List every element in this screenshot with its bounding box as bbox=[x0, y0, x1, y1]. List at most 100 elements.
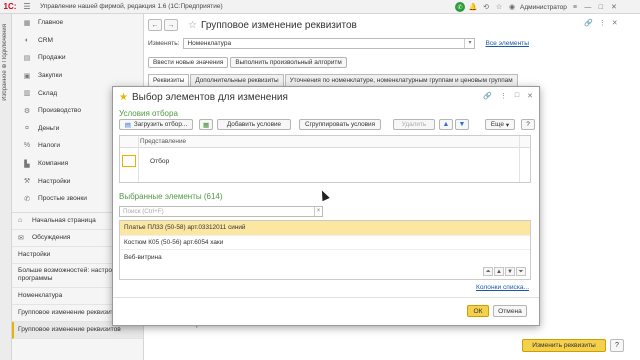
user-name[interactable]: Администратор bbox=[520, 4, 567, 11]
tab-additional-attributes[interactable]: Дополнительные реквизиты bbox=[190, 74, 284, 86]
menu-icon[interactable]: ☰ bbox=[20, 0, 34, 14]
settings-icon[interactable]: ≡ bbox=[570, 2, 580, 12]
more-icon[interactable]: ⋮ bbox=[599, 19, 606, 27]
home-icon: ⌂ bbox=[18, 217, 23, 225]
favorites-strip: Избранное ⊕ Подключения bbox=[0, 14, 12, 360]
history-icon[interactable]: ⟲ bbox=[481, 2, 491, 12]
grid-header: Представление bbox=[120, 136, 530, 148]
scroll-bottom-icon[interactable]: ⏷ bbox=[516, 267, 526, 276]
more-actions-button[interactable]: Еще ▾ bbox=[485, 119, 515, 130]
close-form-icon[interactable]: ✕ bbox=[612, 19, 618, 27]
scroll-down-icon[interactable]: ▼ bbox=[505, 267, 515, 276]
selected-elements-list: Платье ПЛ33 (50-58) арт.03312011 синий К… bbox=[119, 220, 531, 280]
condition-value: Отбор bbox=[150, 157, 170, 165]
tab-attributes[interactable]: Реквизиты bbox=[148, 74, 190, 86]
minimize-icon[interactable]: — bbox=[583, 2, 593, 12]
load-filter-button[interactable]: ▤ Загрузить отбор... bbox=[119, 119, 193, 130]
more-icon[interactable]: ⋮ bbox=[500, 92, 507, 100]
use-checkbox[interactable] bbox=[122, 155, 136, 167]
tab-clarifications[interactable]: Уточнения по номенклатуре, номенклатурны… bbox=[284, 74, 518, 86]
conditions-toolbar: ▤ Загрузить отбор... ▦ Добавить условие С… bbox=[119, 119, 535, 131]
search-input[interactable]: Поиск (Ctrl+F) × bbox=[119, 206, 323, 217]
maximize-icon[interactable]: □ bbox=[596, 2, 606, 12]
close-icon[interactable]: ✕ bbox=[609, 2, 619, 12]
folder-icon: ▤ bbox=[124, 121, 131, 129]
link-icon[interactable]: 🔗 bbox=[483, 92, 492, 100]
group-conditions-button[interactable]: Сгруппировать условия bbox=[299, 119, 381, 130]
app-logo: 1С: bbox=[3, 2, 17, 11]
change-attributes-button[interactable]: Изменить реквизиты bbox=[522, 339, 606, 352]
delete-button[interactable]: Удалить bbox=[393, 119, 435, 130]
maximize-icon[interactable]: □ bbox=[515, 92, 519, 100]
nav-label: Групповое изменение реквизитов bbox=[18, 309, 121, 317]
help-button[interactable]: ? bbox=[521, 119, 535, 130]
favorites-strip-label[interactable]: Избранное ⊕ Подключения bbox=[1, 24, 8, 101]
move-down-button[interactable]: ▼ bbox=[455, 119, 469, 130]
link-icon[interactable]: 🔗 bbox=[584, 19, 593, 27]
arrow-down-icon: ▼ bbox=[458, 121, 466, 128]
dialog-header: ★ Выбор элементов для изменения bbox=[113, 87, 539, 107]
favorite-star-icon[interactable]: ★ bbox=[119, 92, 128, 103]
nav-label: Групповое изменение реквизитов bbox=[18, 326, 121, 334]
star-icon[interactable]: ☆ bbox=[494, 2, 504, 12]
sidebar-item-label: Продажи bbox=[38, 54, 66, 62]
column-header-presentation[interactable]: Представление bbox=[140, 138, 186, 145]
change-object-field[interactable]: Номенклатура ▾ bbox=[183, 38, 476, 49]
form-tabs: Реквизиты Дополнительные реквизиты Уточн… bbox=[148, 74, 519, 86]
sidebar-item-label: CRM bbox=[38, 36, 54, 44]
dropdown-icon[interactable]: ▾ bbox=[464, 39, 474, 48]
sidebar-item-purchases[interactable]: ▣ Закупки bbox=[12, 67, 143, 85]
cancel-button[interactable]: Отмена bbox=[493, 305, 527, 317]
sidebar-item-label: Налоги bbox=[38, 142, 61, 150]
run-algorithm-button[interactable]: Выполнить произвольный алгоритм bbox=[230, 57, 347, 68]
load-filter-label: Загрузить отбор... bbox=[133, 121, 188, 128]
sidebar-item-sales[interactable]: ▤ Продажи bbox=[12, 49, 143, 67]
back-button[interactable]: ← bbox=[148, 19, 162, 31]
scroll-up-icon[interactable]: ▲ bbox=[494, 267, 504, 276]
user-icon[interactable]: ◉ bbox=[507, 2, 517, 12]
app-title: Управление нашей фирмой, редакция 1.6 (1… bbox=[40, 3, 223, 10]
list-item[interactable]: Платье ПЛ33 (50-58) арт.03312011 синий bbox=[120, 221, 530, 236]
sidebar-item-label: Настройки bbox=[38, 177, 71, 185]
sidebar-item-label: Простые звонки bbox=[38, 195, 87, 203]
nav-label: Номенклатура bbox=[18, 292, 63, 300]
chat-icon: ✉ bbox=[18, 234, 24, 242]
nav-label: Обсуждения bbox=[32, 234, 71, 242]
table-row[interactable]: Отбор bbox=[120, 154, 530, 168]
bell-icon[interactable]: 🔔 bbox=[468, 2, 478, 12]
copy-filter-button[interactable]: ▦ bbox=[199, 119, 213, 130]
call-icon[interactable]: ✆ bbox=[455, 2, 465, 12]
crm-icon: ◐ bbox=[24, 36, 30, 44]
scroll-top-icon[interactable]: ⏶ bbox=[483, 267, 493, 276]
change-row: Изменять: Номенклатура ▾ Все элементы bbox=[148, 38, 529, 49]
favorite-star-icon[interactable]: ☆ bbox=[188, 20, 197, 31]
select-elements-dialog: ★ Выбор элементов для изменения 🔗 ⋮ □ ✕ … bbox=[112, 86, 540, 326]
sidebar-item-main[interactable]: ▦ Главное bbox=[12, 14, 143, 32]
settings-icon: ⚒ bbox=[23, 178, 31, 186]
sales-icon: ▤ bbox=[23, 54, 31, 62]
list-columns-link[interactable]: Колонки списка... bbox=[476, 284, 529, 291]
sidebar-item-label: Деньги bbox=[38, 124, 60, 132]
all-elements-link[interactable]: Все элементы bbox=[485, 40, 529, 47]
list-item[interactable]: Веб-витрина bbox=[120, 250, 530, 265]
move-up-button[interactable]: ▲ bbox=[439, 119, 453, 130]
purchases-icon: ▣ bbox=[23, 72, 31, 80]
conditions-grid: Представление Отбор bbox=[119, 135, 531, 183]
sidebar-item-label: Главное bbox=[38, 19, 64, 27]
add-condition-button[interactable]: Добавить условие bbox=[217, 119, 291, 130]
list-scroll-controls: ⏶ ▲ ▼ ⏷ bbox=[483, 267, 526, 276]
more-actions-label: Еще bbox=[490, 121, 504, 128]
arrow-up-icon: ▲ bbox=[442, 121, 450, 128]
clear-icon[interactable]: × bbox=[314, 207, 322, 216]
close-dialog-icon[interactable]: ✕ bbox=[527, 92, 533, 100]
ok-button[interactable]: ОК bbox=[467, 305, 489, 317]
page-title: Групповое изменение реквизитов bbox=[200, 19, 357, 31]
list-item[interactable]: Костюм К05 (50-56) арт.6054 хаки bbox=[120, 236, 530, 250]
enter-new-values-button[interactable]: Ввести новые значения bbox=[148, 57, 229, 68]
production-icon: ⚙ bbox=[23, 107, 31, 115]
top-bar: 1С: ☰ Управление нашей фирмой, редакция … bbox=[0, 0, 640, 14]
forward-button[interactable]: → bbox=[164, 19, 178, 31]
sidebar-item-crm[interactable]: ◐ CRM bbox=[12, 32, 143, 50]
chevron-down-icon: ▾ bbox=[505, 121, 510, 129]
help-button[interactable]: ? bbox=[610, 339, 624, 352]
